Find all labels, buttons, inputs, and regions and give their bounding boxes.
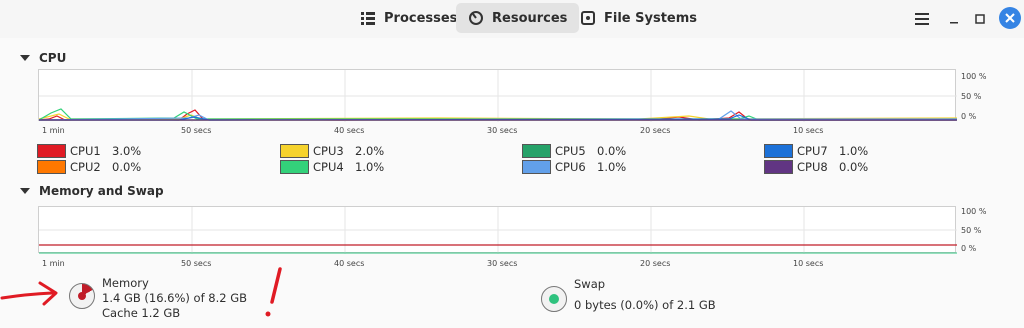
cpu-xtick: 30 secs — [487, 126, 518, 135]
tab-file-systems[interactable]: File Systems — [568, 3, 709, 33]
cpu-value: 0.0% — [597, 144, 627, 158]
swap-label: Swap — [574, 277, 606, 291]
cpu-value: 1.0% — [839, 144, 869, 158]
mem-xtick: 30 secs — [487, 259, 518, 268]
tab-processes-label: Processes — [384, 10, 458, 26]
cpu-ytick-0: 0 % — [961, 112, 977, 121]
memory-dot — [78, 292, 86, 300]
mem-xtick: 1 min — [42, 259, 65, 268]
system-monitor-window: { "tabs": [ {"label": "Processes", "icon… — [0, 0, 1024, 328]
header-bar: Processes Resources File Systems — [0, 0, 1024, 38]
maximize-button[interactable] — [970, 9, 990, 29]
memory-section-header[interactable]: Memory and Swap — [20, 184, 164, 198]
cpu-value: 3.0% — [112, 144, 142, 158]
swap-info: Swap 0 bytes (0.0%) of 2.1 GB — [574, 277, 716, 313]
cpu-legend-item-cpu2: CPU2 0.0% — [37, 160, 141, 174]
red-arrow-annotation — [0, 281, 58, 306]
menu-icon — [915, 13, 929, 25]
cpu-name: CPU8 — [797, 160, 828, 174]
swap-dot — [549, 294, 559, 304]
maximize-icon — [975, 14, 985, 24]
cpu-name: CPU5 — [555, 144, 586, 158]
color-swatch[interactable] — [522, 144, 551, 158]
collapse-triangle-icon — [20, 55, 30, 61]
menu-button[interactable] — [912, 9, 932, 29]
memory-pie-chart[interactable] — [69, 283, 95, 309]
color-swatch[interactable] — [280, 144, 309, 158]
minimize-icon — [950, 22, 958, 24]
cpu-legend-item-cpu3: CPU3 2.0% — [280, 144, 384, 158]
color-swatch[interactable] — [37, 144, 66, 158]
collapse-triangle-icon — [20, 188, 30, 194]
memory-usage: 1.4 GB (16.6%) of 8.2 GB — [102, 291, 248, 305]
memory-info: Memory 1.4 GB (16.6%) of 8.2 GB Cache 1.… — [102, 276, 247, 321]
cpu-name: CPU7 — [797, 144, 828, 158]
memory-section-title: Memory and Swap — [39, 184, 164, 198]
close-icon — [1005, 13, 1015, 23]
color-swatch[interactable] — [764, 144, 793, 158]
tab-resources[interactable]: Resources — [456, 3, 580, 33]
cpu-value: 2.0% — [355, 144, 385, 158]
mem-xtick: 10 secs — [793, 259, 824, 268]
color-swatch[interactable] — [764, 160, 793, 174]
cpu-value: 1.0% — [597, 160, 627, 174]
cpu-xtick: 20 secs — [640, 126, 671, 135]
swap-usage: 0 bytes (0.0%) of 2.1 GB — [574, 298, 716, 312]
cpu-name: CPU1 — [70, 144, 101, 158]
cpu-value: 0.0% — [112, 160, 142, 174]
cpu-name: CPU4 — [313, 160, 344, 174]
cpu-legend-item-cpu4: CPU4 1.0% — [280, 160, 384, 174]
cpu-section-title: CPU — [39, 51, 67, 65]
cpu-value: 0.0% — [839, 160, 869, 174]
cpu-xtick: 40 secs — [334, 126, 365, 135]
cpu-legend-item-cpu1: CPU1 3.0% — [37, 144, 141, 158]
cpu-name: CPU3 — [313, 144, 344, 158]
mem-ytick-0: 0 % — [961, 244, 977, 253]
memory-graph — [38, 206, 957, 254]
cpu-xtick: 50 secs — [181, 126, 212, 135]
tab-file-systems-label: File Systems — [604, 10, 698, 26]
tab-processes[interactable]: Processes — [348, 3, 469, 33]
memory-cache: Cache 1.2 GB — [102, 306, 181, 320]
cpu-ytick-100: 100 % — [961, 72, 987, 81]
red-exclamation-annotation — [265, 267, 282, 317]
cpu-value: 1.0% — [355, 160, 385, 174]
color-swatch[interactable] — [522, 160, 551, 174]
cpu-ytick-50: 50 % — [961, 92, 982, 101]
cpu-legend-item-cpu8: CPU8 0.0% — [764, 160, 868, 174]
cpu-name: CPU6 — [555, 160, 586, 174]
mem-xtick: 20 secs — [640, 259, 671, 268]
cpu-xtick: 10 secs — [793, 126, 824, 135]
list-icon — [360, 10, 376, 26]
minimize-button[interactable] — [944, 9, 964, 29]
cpu-xtick: 1 min — [42, 126, 65, 135]
mem-xtick: 40 secs — [334, 259, 365, 268]
gauge-icon — [468, 10, 484, 26]
tab-resources-label: Resources — [492, 10, 568, 26]
cpu-name: CPU2 — [70, 160, 101, 174]
color-swatch[interactable] — [280, 160, 309, 174]
mem-ytick-100: 100 % — [961, 207, 987, 216]
mem-ytick-50: 50 % — [961, 226, 982, 235]
swap-pie-chart[interactable] — [541, 286, 567, 312]
cpu-graph — [38, 69, 957, 122]
cpu-section-header[interactable]: CPU — [20, 51, 66, 65]
cpu-legend-item-cpu7: CPU7 1.0% — [764, 144, 868, 158]
color-swatch[interactable] — [37, 160, 66, 174]
close-button[interactable] — [999, 7, 1021, 29]
cpu-legend-item-cpu5: CPU5 0.0% — [522, 144, 626, 158]
mem-xtick: 50 secs — [181, 259, 212, 268]
cpu-legend-item-cpu6: CPU6 1.0% — [522, 160, 626, 174]
memory-label: Memory — [102, 276, 149, 290]
disk-icon — [580, 10, 596, 26]
